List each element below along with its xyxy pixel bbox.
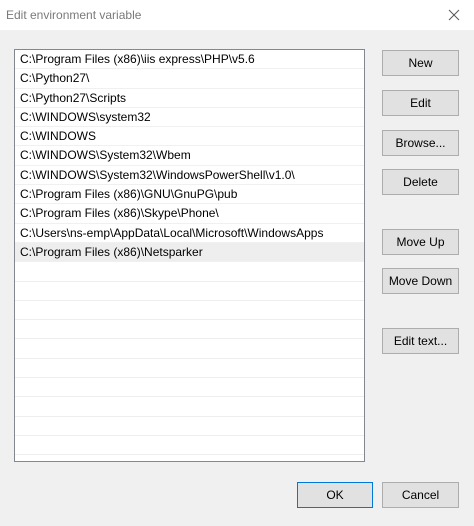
title-bar: Edit environment variable <box>0 0 474 30</box>
path-list-item[interactable]: C:\Program Files (x86)\Skype\Phone\ <box>15 204 364 224</box>
new-button[interactable]: New <box>382 50 459 76</box>
path-list-item[interactable]: C:\Python27\ <box>15 69 364 89</box>
path-list-empty-row[interactable] <box>15 378 364 398</box>
move-down-button[interactable]: Move Down <box>382 268 459 294</box>
path-list-empty-row[interactable] <box>15 359 364 379</box>
path-list-item[interactable]: C:\Program Files (x86)\iis express\PHP\v… <box>15 50 364 70</box>
path-list-empty-row[interactable] <box>15 262 364 282</box>
path-list-empty-row[interactable] <box>15 282 364 301</box>
move-up-button[interactable]: Move Up <box>382 229 459 255</box>
path-list-item[interactable]: C:\WINDOWS\System32\WindowsPowerShell\v1… <box>15 166 364 186</box>
browse-button[interactable]: Browse... <box>382 130 459 156</box>
delete-button[interactable]: Delete <box>382 169 459 195</box>
path-list-empty-row[interactable] <box>15 397 364 417</box>
path-list-empty-row[interactable] <box>15 339 364 359</box>
path-list-item[interactable]: C:\Python27\Scripts <box>15 89 364 108</box>
path-list[interactable]: C:\Program Files (x86)\iis express\PHP\v… <box>14 49 365 462</box>
path-list-item[interactable]: C:\Users\ns-emp\AppData\Local\Microsoft\… <box>15 224 364 243</box>
path-list-item[interactable]: C:\Program Files (x86)\GNU\GnuPG\pub <box>15 185 364 205</box>
path-list-empty-row[interactable] <box>15 417 364 436</box>
path-list-item[interactable]: C:\WINDOWS\system32 <box>15 108 364 128</box>
edit-text-button[interactable]: Edit text... <box>382 328 459 354</box>
close-icon <box>448 9 460 21</box>
edit-env-var-dialog: Edit environment variable C:\Program Fil… <box>0 0 474 526</box>
window-title: Edit environment variable <box>6 8 142 22</box>
path-list-item[interactable]: C:\WINDOWS <box>15 127 364 147</box>
cancel-button[interactable]: Cancel <box>382 482 459 508</box>
path-list-item[interactable]: C:\Program Files (x86)\Netsparker <box>15 242 364 263</box>
path-list-item[interactable]: C:\WINDOWS\System32\Wbem <box>15 146 364 166</box>
close-button[interactable] <box>434 0 474 30</box>
path-list-empty-row[interactable] <box>15 301 364 321</box>
ok-button[interactable]: OK <box>297 482 373 508</box>
path-list-empty-row[interactable] <box>15 320 364 340</box>
edit-button[interactable]: Edit <box>382 90 459 116</box>
path-list-empty-row[interactable] <box>15 436 364 456</box>
